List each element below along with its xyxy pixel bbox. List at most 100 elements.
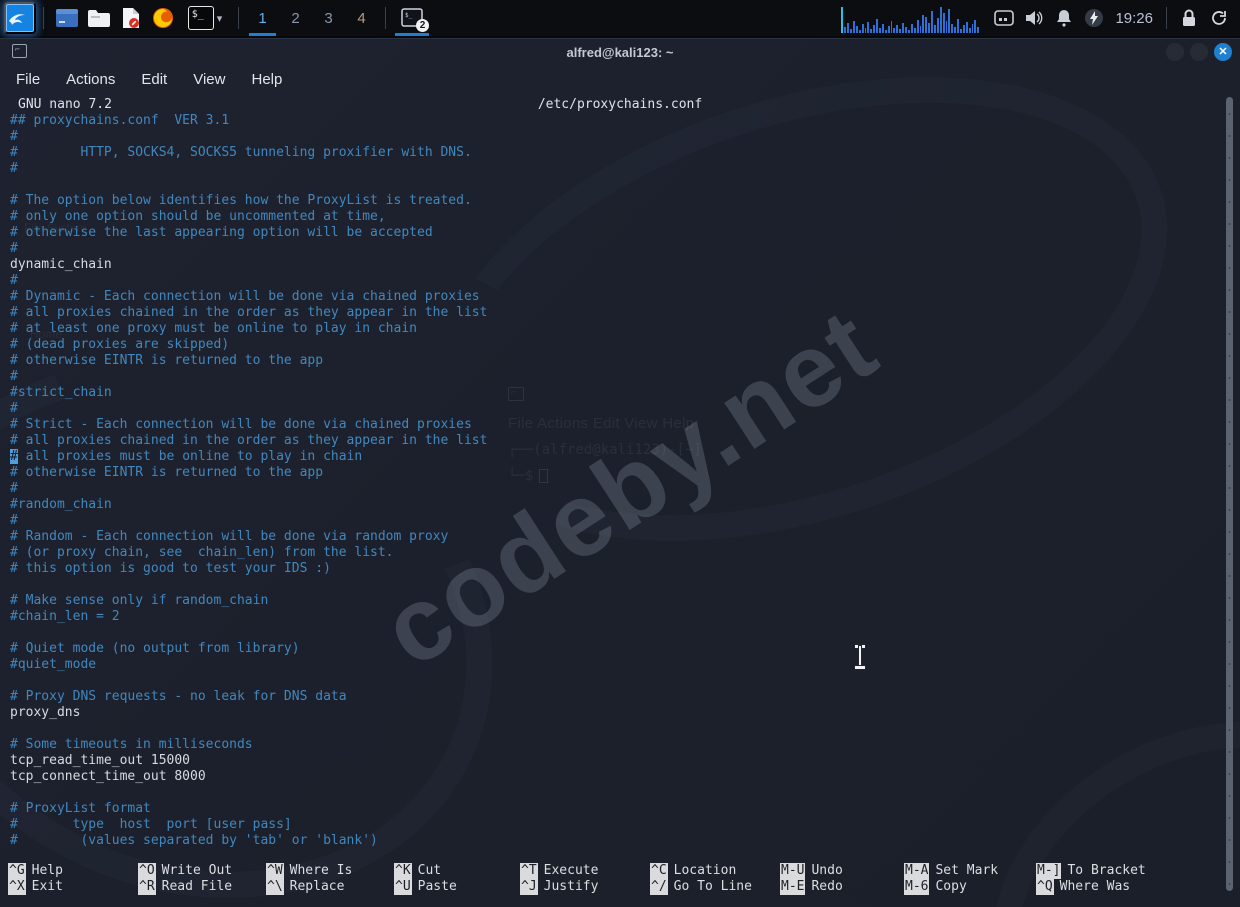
shortcut-column: M-] To Bracket ^Q Where Was [1036, 863, 1146, 895]
menu-actions[interactable]: Actions [66, 71, 115, 88]
workspace-2[interactable]: 2 [279, 0, 312, 36]
nano-shortcut-to-bracket[interactable]: M-] To Bracket [1036, 863, 1146, 879]
volume-icon[interactable] [1019, 3, 1049, 33]
nano-shortcut-set-mark[interactable]: M-A Set Mark [904, 863, 1036, 879]
svg-text:$_: $_ [405, 12, 413, 19]
nano-shortcut-justify[interactable]: ^J Justify [520, 879, 650, 895]
shortcut-key: ^U [394, 879, 412, 895]
shortcut-label: Go To Line [673, 879, 752, 894]
logout-icon[interactable] [1204, 3, 1234, 33]
clock[interactable]: 19:26 [1115, 10, 1153, 27]
nano-shortcut-location[interactable]: ^C Location [650, 863, 780, 879]
ethernet-icon[interactable] [989, 3, 1019, 33]
terminal-launcher-glyph: $_ [187, 6, 214, 30]
shortcut-key: ^K [394, 863, 412, 879]
top-panel: $_ ▾ 1234 $_ 2 19:26 [0, 0, 1240, 36]
menu-file[interactable]: File [16, 71, 40, 88]
nano-shortcut-redo[interactable]: M-E Redo [780, 879, 904, 895]
kali-dragon-icon [9, 14, 25, 25]
workspace-1[interactable]: 1 [246, 0, 279, 36]
ghost-cursor [539, 469, 549, 483]
power-manager-icon[interactable] [1079, 3, 1109, 33]
nano-line: tcp_connect_time_out 8000 [10, 769, 206, 784]
nano-line [10, 721, 487, 737]
nano-line: # [10, 241, 18, 256]
maximize-button[interactable] [1190, 43, 1208, 61]
chevron-down-icon: ▾ [216, 12, 223, 25]
terminal-window: File System Home ⌐ File Actions Edit Vie… [0, 38, 1240, 907]
nano-editor-content[interactable]: ## proxychains.conf VER 3.1 # # HTTP, SOCK… [10, 113, 487, 849]
shortcut-label: Where Was [1059, 879, 1131, 894]
shortcut-key: M-] [1036, 863, 1062, 879]
terminal-icon[interactable] [51, 2, 83, 34]
nano-shortcut-where-was[interactable]: ^Q Where Was [1036, 879, 1146, 895]
shortcut-label: Redo [811, 879, 843, 894]
shortcut-label: Read File [161, 879, 233, 894]
menu-help[interactable]: Help [251, 71, 282, 88]
network-activity-graph[interactable] [841, 3, 980, 33]
shortcut-column: ^W Where Is ^\ Replace [266, 863, 394, 895]
nano-line: #quiet_mode [10, 657, 97, 672]
shortcut-label: Location [673, 863, 737, 878]
nano-shortcut-read-file[interactable]: ^R Read File [138, 879, 266, 895]
shortcut-column: ^T Execute ^J Justify [520, 863, 650, 895]
shortcut-label: Justify [543, 879, 599, 894]
text-cursor: # [10, 449, 18, 464]
wallpaper-swirl [373, 39, 1227, 627]
shortcut-label: To Bracket [1067, 863, 1146, 878]
nano-shortcut-replace[interactable]: ^\ Replace [266, 879, 394, 895]
nano-line [10, 577, 487, 593]
shortcut-label: Paste [417, 879, 457, 894]
nano-shortcut-write-out[interactable]: ^O Write Out [138, 863, 266, 879]
nano-shortcut-copy[interactable]: M-6 Copy [904, 879, 1036, 895]
nano-line: # Proxy DNS requests - no leak for DNS d… [10, 689, 347, 704]
firefox-icon[interactable] [147, 2, 179, 34]
terminal-scrollbar[interactable] [1226, 97, 1233, 891]
nano-line: # all proxies must be online to play in … [10, 449, 363, 464]
nano-line: # (dead proxies are skipped) [10, 337, 230, 352]
close-button[interactable]: ✕ [1214, 43, 1232, 61]
nano-line: # [10, 273, 18, 288]
nano-shortcut-help[interactable]: ^G Help [8, 863, 138, 879]
workspace-3[interactable]: 3 [312, 0, 345, 36]
nano-file-path: /etc/proxychains.conf [537, 97, 703, 112]
nano-line: # only one option should be uncommented … [10, 209, 386, 224]
nano-shortcut-exit[interactable]: ^X Exit [8, 879, 138, 895]
nano-line: # type host port [user pass] [10, 817, 292, 832]
nano-line: # Make sense only if random_chain [10, 593, 269, 608]
nano-line: proxy_dns [10, 705, 81, 720]
shortcut-label: Undo [811, 863, 843, 878]
taskbar-window-button[interactable]: $_ 2 [393, 0, 431, 36]
nano-shortcut-paste[interactable]: ^U Paste [394, 879, 520, 895]
menu-edit[interactable]: Edit [141, 71, 167, 88]
nano-shortcut-where-is[interactable]: ^W Where Is [266, 863, 394, 879]
nano-shortcut-cut[interactable]: ^K Cut [394, 863, 520, 879]
panel-right-group: 19:26 [841, 0, 1240, 36]
lock-icon[interactable] [1174, 3, 1204, 33]
nano-line: # [10, 481, 18, 496]
shortcut-label: Execute [543, 863, 599, 878]
terminal-launcher-icon[interactable]: $_ ▾ [179, 2, 231, 34]
nano-shortcut-go-to-line[interactable]: ^/ Go To Line [650, 879, 780, 895]
document-icon[interactable] [115, 2, 147, 34]
menu-view[interactable]: View [193, 71, 225, 88]
nano-shortcut-bar: ^G Help ^X Exit ^O Write Out ^R Read File ^W Wher… [8, 863, 1146, 895]
nano-shortcut-execute[interactable]: ^T Execute [520, 863, 650, 879]
nano-line: # [10, 161, 18, 176]
minimize-button[interactable] [1166, 43, 1184, 61]
nano-shortcut-undo[interactable]: M-U Undo [780, 863, 904, 879]
terminal-titlebar[interactable]: ⌐ alfred@kali123: ~ ✕ [0, 39, 1240, 65]
window-count-badge: 2 [416, 19, 429, 32]
workspace-4[interactable]: 4 [345, 0, 378, 36]
shortcut-key: M-E [780, 879, 806, 895]
shortcut-key: ^Q [1036, 879, 1054, 895]
kali-menu-icon[interactable] [4, 2, 36, 34]
shortcut-key: M-6 [904, 879, 930, 895]
shortcut-key: ^R [138, 879, 156, 895]
file-manager-icon[interactable] [83, 2, 115, 34]
nano-line: # [10, 401, 18, 416]
shortcut-label: Replace [289, 879, 345, 894]
wallpaper-ghost-terminal: ⌐ File Actions Edit View Help ┌──(alfred… [508, 387, 702, 484]
nano-line: # ProxyList format [10, 801, 151, 816]
notifications-bell-icon[interactable] [1049, 3, 1079, 33]
